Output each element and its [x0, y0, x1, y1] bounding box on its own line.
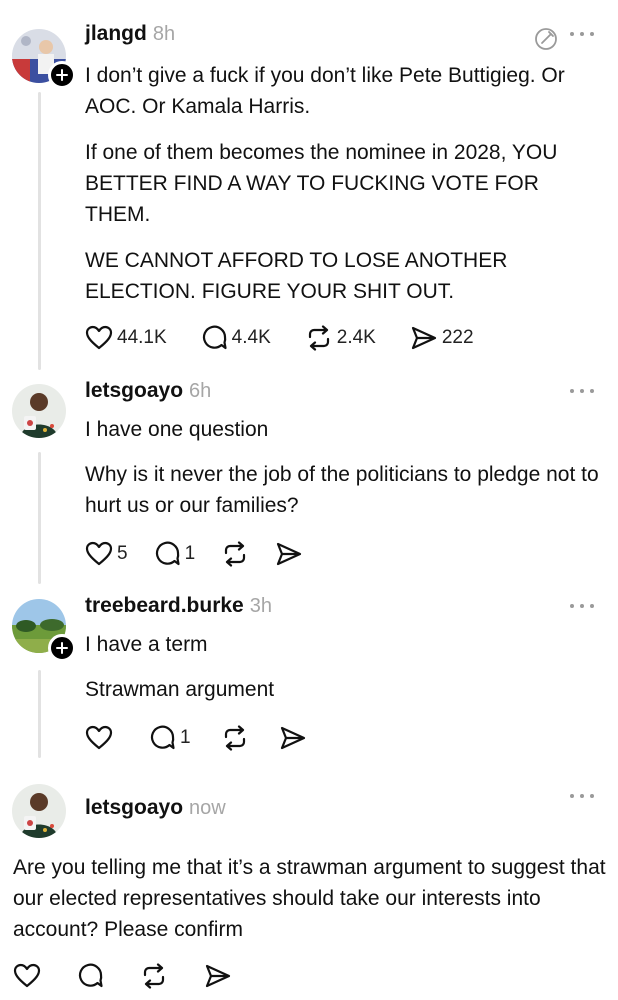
post-text: WE CANNOT AFFORD TO LOSE ANOTHER ELECTIO…	[85, 249, 508, 303]
username[interactable]: treebeard.burke	[85, 594, 244, 618]
thread-line	[38, 670, 41, 758]
comment-icon	[150, 725, 175, 750]
heart-icon	[13, 963, 41, 987]
thread-line	[38, 452, 41, 584]
like-button[interactable]	[85, 725, 113, 751]
plus-icon	[56, 642, 68, 654]
comment-icon	[78, 963, 103, 988]
post-header: letsgoayo now	[85, 794, 598, 826]
more-options-icon[interactable]	[570, 792, 594, 800]
post-text: I have a term	[85, 633, 208, 656]
follow-button[interactable]	[48, 61, 76, 89]
share-button[interactable]: 222	[410, 325, 474, 351]
timestamp: 3h	[249, 595, 272, 617]
edit-circle-icon[interactable]	[534, 27, 558, 51]
avatar[interactable]	[12, 784, 66, 838]
heart-icon	[85, 725, 113, 749]
send-icon	[205, 964, 231, 987]
send-icon	[277, 542, 302, 565]
thread-line	[38, 92, 41, 370]
like-button[interactable]: 44.1K	[85, 325, 167, 351]
reply-button[interactable]	[77, 962, 104, 989]
follow-button[interactable]	[48, 634, 76, 662]
share-button[interactable]	[279, 725, 307, 751]
reply-count: 4.4K	[231, 326, 271, 348]
post: jlangd 8h I don’t give a fuck if you don…	[85, 22, 598, 307]
timestamp: 8h	[152, 23, 176, 45]
post-actions: 44.1K 4.4K 2.4K 222	[85, 324, 508, 351]
post-actions: 1	[85, 724, 341, 751]
like-button[interactable]	[13, 963, 41, 989]
heart-icon	[85, 325, 113, 349]
more-options-icon[interactable]	[570, 387, 594, 395]
repost-icon	[308, 324, 329, 351]
post-actions	[13, 962, 266, 989]
post: letsgoayo 6h I have one question Why is …	[85, 379, 599, 521]
repost-icon	[143, 962, 165, 989]
username[interactable]: letsgoayo	[85, 796, 183, 820]
post-text: I don’t give a fuck if you don’t like Pe…	[85, 64, 565, 118]
post-text: If one of them becomes the nominee in 20…	[85, 141, 558, 226]
post-text: Why is it never the job of the politicia…	[85, 463, 599, 517]
comment-icon	[155, 541, 180, 566]
repost-button[interactable]	[221, 540, 249, 567]
share-button[interactable]	[204, 963, 232, 989]
comment-icon	[202, 325, 227, 350]
reply-button[interactable]: 1	[154, 540, 196, 567]
like-count: 5	[117, 542, 128, 564]
like-button[interactable]: 5	[85, 541, 128, 567]
timestamp: 6h	[189, 380, 212, 402]
like-count: 44.1K	[117, 326, 167, 348]
heart-icon	[85, 541, 113, 565]
username[interactable]: jlangd	[85, 22, 147, 46]
send-icon	[280, 726, 305, 749]
repost-count: 2.4K	[336, 326, 376, 348]
avatar[interactable]	[12, 384, 66, 438]
reply-count: 1	[180, 726, 191, 748]
repost-icon	[225, 540, 246, 567]
repost-icon	[224, 724, 245, 751]
post-text: I have one question	[85, 418, 269, 441]
repost-button[interactable]: 2.4K	[305, 324, 376, 351]
share-count: 222	[441, 326, 474, 348]
plus-icon	[56, 69, 68, 81]
post-actions: 5 1	[85, 540, 337, 567]
more-options-icon[interactable]	[570, 602, 594, 610]
post: treebeard.burke 3h I have a term Strawma…	[85, 594, 598, 705]
post-text: Strawman argument	[85, 678, 275, 701]
timestamp: now	[189, 797, 226, 819]
post: Are you telling me that it’s a strawman …	[13, 852, 608, 945]
reply-count: 1	[184, 542, 196, 564]
share-button[interactable]	[275, 541, 303, 567]
reply-button[interactable]: 1	[149, 724, 191, 751]
reply-button[interactable]: 4.4K	[201, 324, 271, 351]
username[interactable]: letsgoayo	[85, 379, 183, 403]
repost-button[interactable]	[221, 724, 249, 751]
send-icon	[411, 326, 436, 349]
post-text: Are you telling me that it’s a strawman …	[13, 856, 606, 941]
repost-button[interactable]	[140, 962, 168, 989]
more-options-icon[interactable]	[570, 30, 594, 38]
